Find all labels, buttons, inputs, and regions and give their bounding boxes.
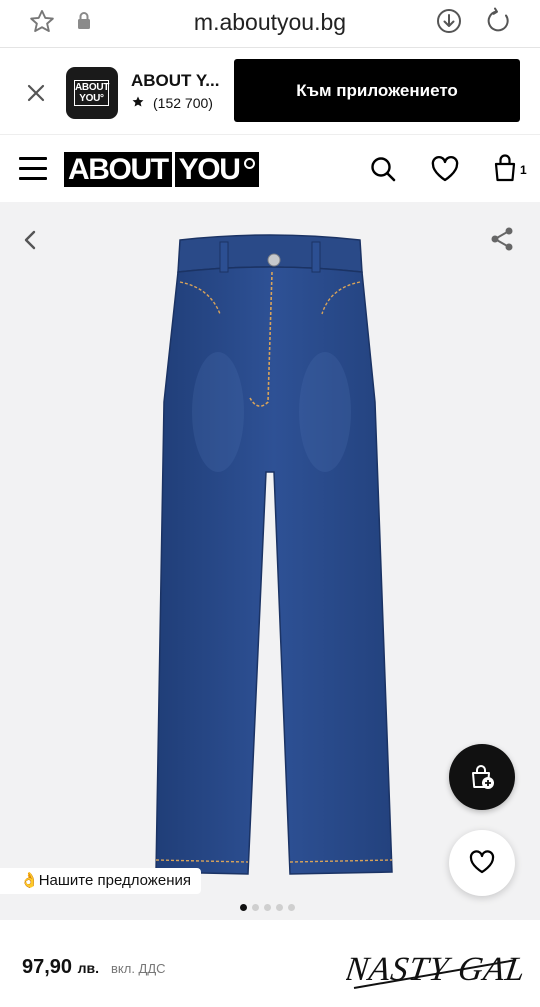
gallery-dot[interactable] <box>252 904 259 911</box>
cart-count-badge: 1 <box>520 163 527 177</box>
gallery-dot[interactable] <box>288 904 295 911</box>
share-icon[interactable] <box>489 226 515 252</box>
rating-star-icon <box>132 96 144 107</box>
gallery-dot[interactable] <box>264 904 271 911</box>
suggestions-label: Нашите предложения <box>38 872 191 889</box>
brand-logo[interactable]: NASTY GAL <box>346 938 524 994</box>
ok-hand-icon: 👌 <box>20 872 39 889</box>
gallery-dot[interactable] <box>276 904 283 911</box>
browser-address-bar: m.aboutyou.bg <box>0 0 540 48</box>
open-app-button[interactable]: Към приложението <box>234 59 520 122</box>
search-icon[interactable] <box>369 155 397 183</box>
back-chevron-icon[interactable] <box>20 228 40 252</box>
wishlist-heart-icon[interactable] <box>430 155 460 183</box>
product-price-bar: 97,90 лв. вкл. ДДС NASTY GAL <box>0 920 540 1007</box>
product-price: 97,90 лв. <box>22 956 99 979</box>
app-logo-text-line2: YOU° <box>79 93 104 104</box>
download-icon[interactable] <box>434 6 464 36</box>
reload-icon[interactable] <box>484 6 514 36</box>
app-logo: ABOUT YOU° <box>66 67 118 119</box>
product-image-gallery[interactable]: 👌Нашите предложения <box>0 202 540 920</box>
add-to-wishlist-button[interactable] <box>449 830 515 896</box>
price-amount: 97,90 <box>22 956 73 978</box>
app-logo-text-line1: ABOUT <box>75 82 110 93</box>
brand-logo-text: NASTY GAL <box>346 951 524 988</box>
logo-ring-icon <box>244 158 256 169</box>
gallery-pagination-dots <box>240 904 295 912</box>
shopping-bag-icon[interactable] <box>492 153 518 183</box>
site-header: ABOUT YOU 1 <box>0 136 540 202</box>
vat-note: вкл. ДДС <box>111 961 166 976</box>
close-icon[interactable] <box>24 81 48 105</box>
app-rating: (152 700) <box>131 95 213 111</box>
bag-plus-icon <box>472 765 494 789</box>
product-jeans-image <box>155 234 393 875</box>
heart-icon <box>469 850 495 874</box>
logo-part-about: ABOUT <box>64 152 172 187</box>
suggestions-chip[interactable]: 👌Нашите предложения <box>0 868 201 894</box>
site-logo[interactable]: ABOUT YOU <box>64 152 260 187</box>
app-name: ABOUT Y... <box>131 71 220 90</box>
price-currency: лв. <box>77 960 100 976</box>
menu-icon[interactable] <box>19 157 47 180</box>
logo-part-you-text: YOU <box>178 153 241 186</box>
gallery-dot[interactable] <box>240 904 247 911</box>
add-to-bag-button[interactable] <box>449 744 515 810</box>
rating-count: (152 700) <box>153 95 213 111</box>
logo-part-you: YOU <box>174 152 260 187</box>
app-install-banner: ABOUT YOU° ABOUT Y... (152 700) Към прил… <box>0 49 540 135</box>
